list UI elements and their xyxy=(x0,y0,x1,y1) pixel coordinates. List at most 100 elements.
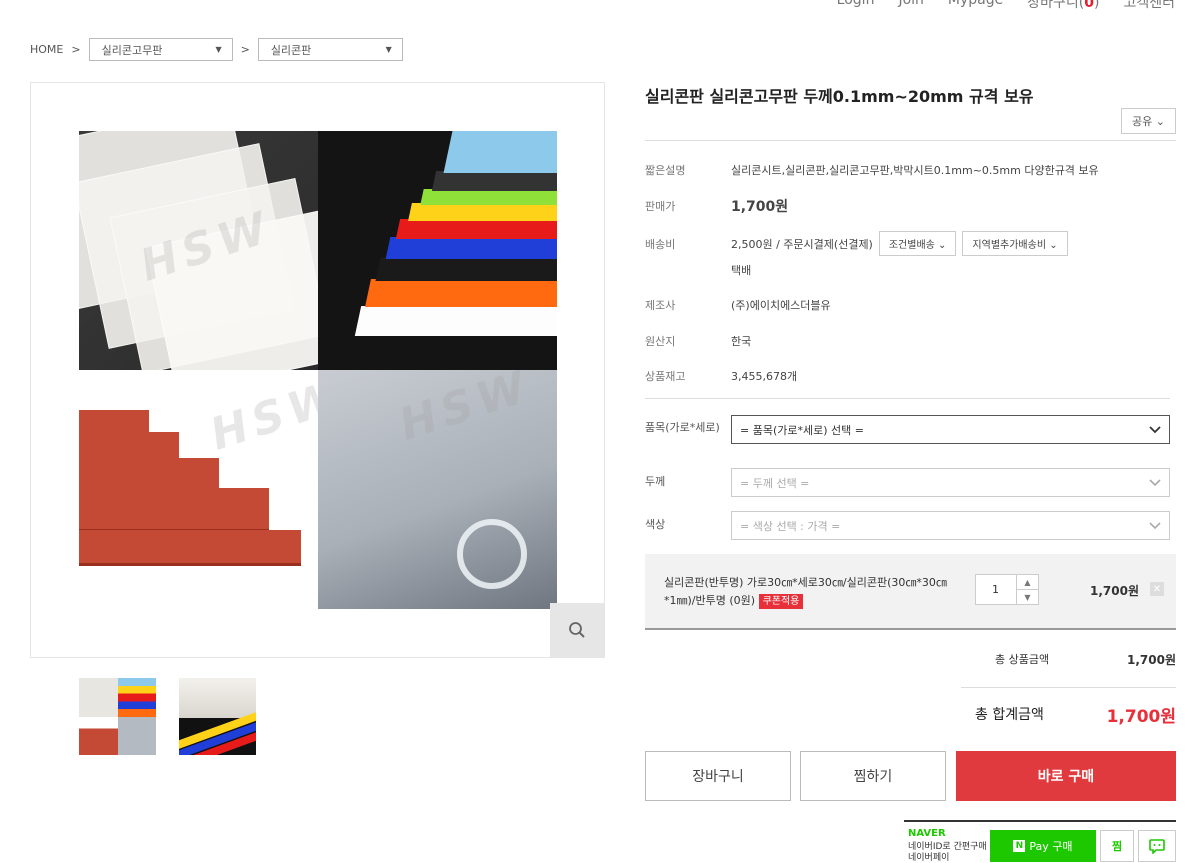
product-photo-collage: HSW HSW HSW xyxy=(79,131,557,609)
breadcrumb-separator: > xyxy=(71,43,81,56)
regional-shipping-label: 지역별추가배송비 xyxy=(972,240,1047,251)
breadcrumb: HOME > 실리콘고무판 ▼ > 실리콘판 ▼ xyxy=(30,38,403,61)
photo-colored-sheets xyxy=(318,131,557,370)
conditional-shipping-button[interactable]: 조건별배송 ⌄ xyxy=(878,231,957,256)
naver-talk-button[interactable] xyxy=(1138,830,1176,862)
foam-layer xyxy=(79,530,301,566)
category-select-2[interactable]: 실리콘판 ▼ xyxy=(257,38,403,61)
row-ship-method: 택배 xyxy=(645,262,751,278)
cart-count: 0 xyxy=(1084,0,1094,11)
short-desc-label: 짧은설명 xyxy=(645,164,686,177)
regional-shipping-button[interactable]: 지역별추가배송비 ⌄ xyxy=(962,231,1068,256)
total-label: 총 합계금액 xyxy=(975,707,1044,723)
breadcrumb-separator: > xyxy=(240,43,250,56)
naver-pay-button[interactable]: N Pay 구매 xyxy=(990,830,1096,862)
selected-option-price: 1,700원 xyxy=(1090,584,1139,598)
empty-label xyxy=(645,262,731,278)
row-price: 판매가 1,700원 xyxy=(645,196,788,216)
category-select-1[interactable]: 실리콘고무판 ▼ xyxy=(88,38,233,61)
stack-layer xyxy=(408,203,557,221)
naver-n-icon: N xyxy=(1013,840,1026,852)
divider xyxy=(961,687,1176,688)
talk-bubble-icon xyxy=(1149,838,1165,854)
selected-option-text: 실리콘판(반투명) 가로30㎝*세로30㎝/실리콘판(30㎝*30㎝*1㎜)/반… xyxy=(664,576,947,607)
conditional-shipping-label: 조건별배송 xyxy=(888,240,935,251)
maker-label: 제조사 xyxy=(645,299,676,312)
cart-link-close: ) xyxy=(1094,0,1100,11)
thumb-cell xyxy=(117,716,156,755)
login-link[interactable]: Login xyxy=(837,0,875,12)
category-select-1-value: 실리콘고무판 xyxy=(101,43,163,57)
divider xyxy=(645,140,1176,141)
row-shipping: 배송비 2,500원 / 주문시결제(선결제) 조건별배송 ⌄ 지역별추가배송비… xyxy=(645,231,1068,256)
breadcrumb-home[interactable]: HOME xyxy=(30,43,63,56)
chevron-down-icon: ⌄ xyxy=(1155,115,1165,128)
total: 총 합계금액 1,700원 xyxy=(975,704,1176,727)
row-origin: 원산지 한국 xyxy=(645,333,751,349)
subtotal: 총 상품금액 1,700원 xyxy=(995,651,1176,667)
support-link[interactable]: 고객센터 xyxy=(1123,0,1175,12)
shipping-method: 택배 xyxy=(731,264,752,277)
size-option-value: = 품목(가로*세로) 선택 = xyxy=(740,423,864,437)
stack-layer xyxy=(420,189,557,205)
quantity-input[interactable]: 1 xyxy=(976,575,1016,604)
maker-value: (주)에이치에스더블유 xyxy=(731,299,831,312)
photo-translucent-sheets: HSW xyxy=(79,131,318,370)
wishlist-button[interactable]: 찜하기 xyxy=(800,751,946,801)
stack-layer xyxy=(395,219,557,239)
price-value: 1,700원 xyxy=(731,199,789,215)
thumb-cell xyxy=(117,678,156,717)
thumb-sheets xyxy=(179,678,256,718)
thumbnail-1[interactable] xyxy=(79,678,156,755)
quantity-up-icon[interactable]: ▲ xyxy=(1017,575,1038,589)
product-main-image[interactable]: HSW HSW HSW xyxy=(30,82,605,658)
stack-layer xyxy=(385,237,557,259)
category-select-2-value: 실리콘판 xyxy=(270,43,312,57)
short-desc-value: 실리콘시트,실리콘판,실리콘고무판,박막시트0.1mm~0.5mm 다양한규격 … xyxy=(731,164,1099,177)
top-nav: Login Join Mypage 장바구니(0) 고객센터 xyxy=(837,0,1175,12)
subtotal-value: 1,700원 xyxy=(1127,653,1176,667)
foam-layer xyxy=(79,488,269,532)
buy-now-button[interactable]: 바로 구매 xyxy=(956,751,1176,801)
size-option-select[interactable]: = 품목(가로*세로) 선택 = xyxy=(731,415,1170,444)
cart-link[interactable]: 장바구니(0) xyxy=(1027,0,1099,12)
watermark: HSW xyxy=(204,370,318,461)
stack-layer xyxy=(431,171,557,191)
row-stock: 상품재고 3,455,678개 xyxy=(645,368,797,384)
price-label: 판매가 xyxy=(645,200,676,213)
color-option-value: = 색상 선택 : 가격 = xyxy=(740,519,841,533)
share-label: 공유 xyxy=(1132,115,1153,128)
chevron-down-icon xyxy=(1149,425,1161,433)
thumbnail-2[interactable] xyxy=(179,678,256,755)
stock-value: 3,455,678개 xyxy=(731,370,798,383)
chevron-down-icon xyxy=(1149,521,1161,529)
shipping-label: 배송비 xyxy=(645,237,676,251)
share-button[interactable]: 공유 ⌄ xyxy=(1121,108,1176,134)
coupon-badge[interactable]: 쿠폰적용 xyxy=(758,594,804,609)
cart-link-label: 장바구니( xyxy=(1027,0,1085,11)
remove-option-icon[interactable]: ✕ xyxy=(1150,582,1164,596)
mypage-link[interactable]: Mypage xyxy=(948,0,1003,12)
zoom-button[interactable] xyxy=(550,603,604,657)
thickness-option-select[interactable]: = 두께 선택 = xyxy=(731,468,1170,497)
naver-wish-button[interactable]: 찜 xyxy=(1100,830,1134,862)
naver-logo: NAVER xyxy=(908,828,946,839)
photo-rolled-sheet: HSW xyxy=(318,370,557,609)
search-icon xyxy=(569,622,585,638)
watermark: HSW xyxy=(393,370,538,451)
thickness-option-value: = 두께 선택 = xyxy=(740,476,810,490)
add-to-cart-button[interactable]: 장바구니 xyxy=(645,751,791,801)
subtotal-label: 총 상품금액 xyxy=(995,653,1050,666)
stack-layer xyxy=(443,131,557,173)
join-link[interactable]: Join xyxy=(898,0,923,12)
shipping-value: 2,500원 / 주문시결제(선결제) xyxy=(731,237,873,251)
divider xyxy=(645,398,1170,399)
color-option-select[interactable]: = 색상 선택 : 가격 = xyxy=(731,511,1170,540)
thumbnail-list xyxy=(79,678,256,755)
stack-layer xyxy=(375,257,557,281)
selected-option-box: 실리콘판(반투명) 가로30㎝*세로30㎝/실리콘판(30㎝*30㎝*1㎜)/반… xyxy=(645,554,1176,630)
quantity-down-icon[interactable]: ▼ xyxy=(1017,589,1038,604)
total-value: 1,700원 xyxy=(1106,707,1176,727)
quantity-stepper[interactable]: 1 ▲ ▼ xyxy=(975,574,1039,605)
naver-pay-label: Pay 구매 xyxy=(1029,840,1073,853)
